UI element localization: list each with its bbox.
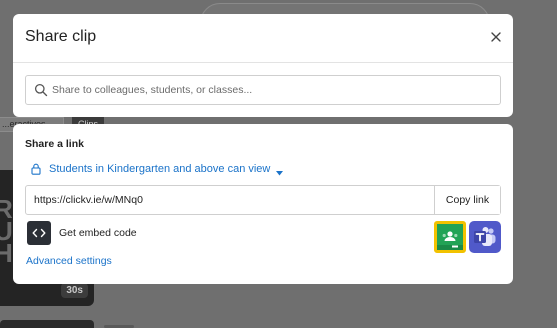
close-icon[interactable]	[489, 30, 503, 44]
get-embed-code-button[interactable]: Get embed code	[27, 221, 137, 245]
share-modal-header-card: Share clip	[13, 14, 513, 117]
code-icon	[27, 221, 51, 245]
microsoft-teams-icon[interactable]	[469, 221, 501, 253]
advanced-settings-link[interactable]: Advanced settings	[26, 255, 112, 267]
share-url-field[interactable]	[26, 186, 434, 214]
share-link-heading: Share a link	[25, 138, 84, 150]
google-classroom-icon[interactable]	[434, 221, 466, 253]
duration-badge: 30s	[61, 283, 88, 298]
share-search-box[interactable]	[25, 75, 501, 105]
copy-link-button[interactable]: Copy link	[434, 186, 500, 214]
modal-title: Share clip	[25, 28, 97, 45]
background-video-thumbnail-2	[0, 320, 94, 328]
share-link-row: Copy link	[25, 185, 501, 215]
embed-label: Get embed code	[59, 227, 137, 239]
permission-label: Students in Kindergarten and above can v…	[49, 163, 271, 175]
header-divider	[13, 62, 513, 63]
permission-dropdown[interactable]: Students in Kindergarten and above can v…	[31, 163, 284, 175]
share-search-input[interactable]	[52, 77, 500, 103]
lock-icon	[31, 163, 41, 175]
caret-down-icon	[276, 167, 284, 175]
share-link-card: Share a link Students in Kindergarten an…	[13, 124, 513, 284]
search-icon	[34, 83, 48, 97]
